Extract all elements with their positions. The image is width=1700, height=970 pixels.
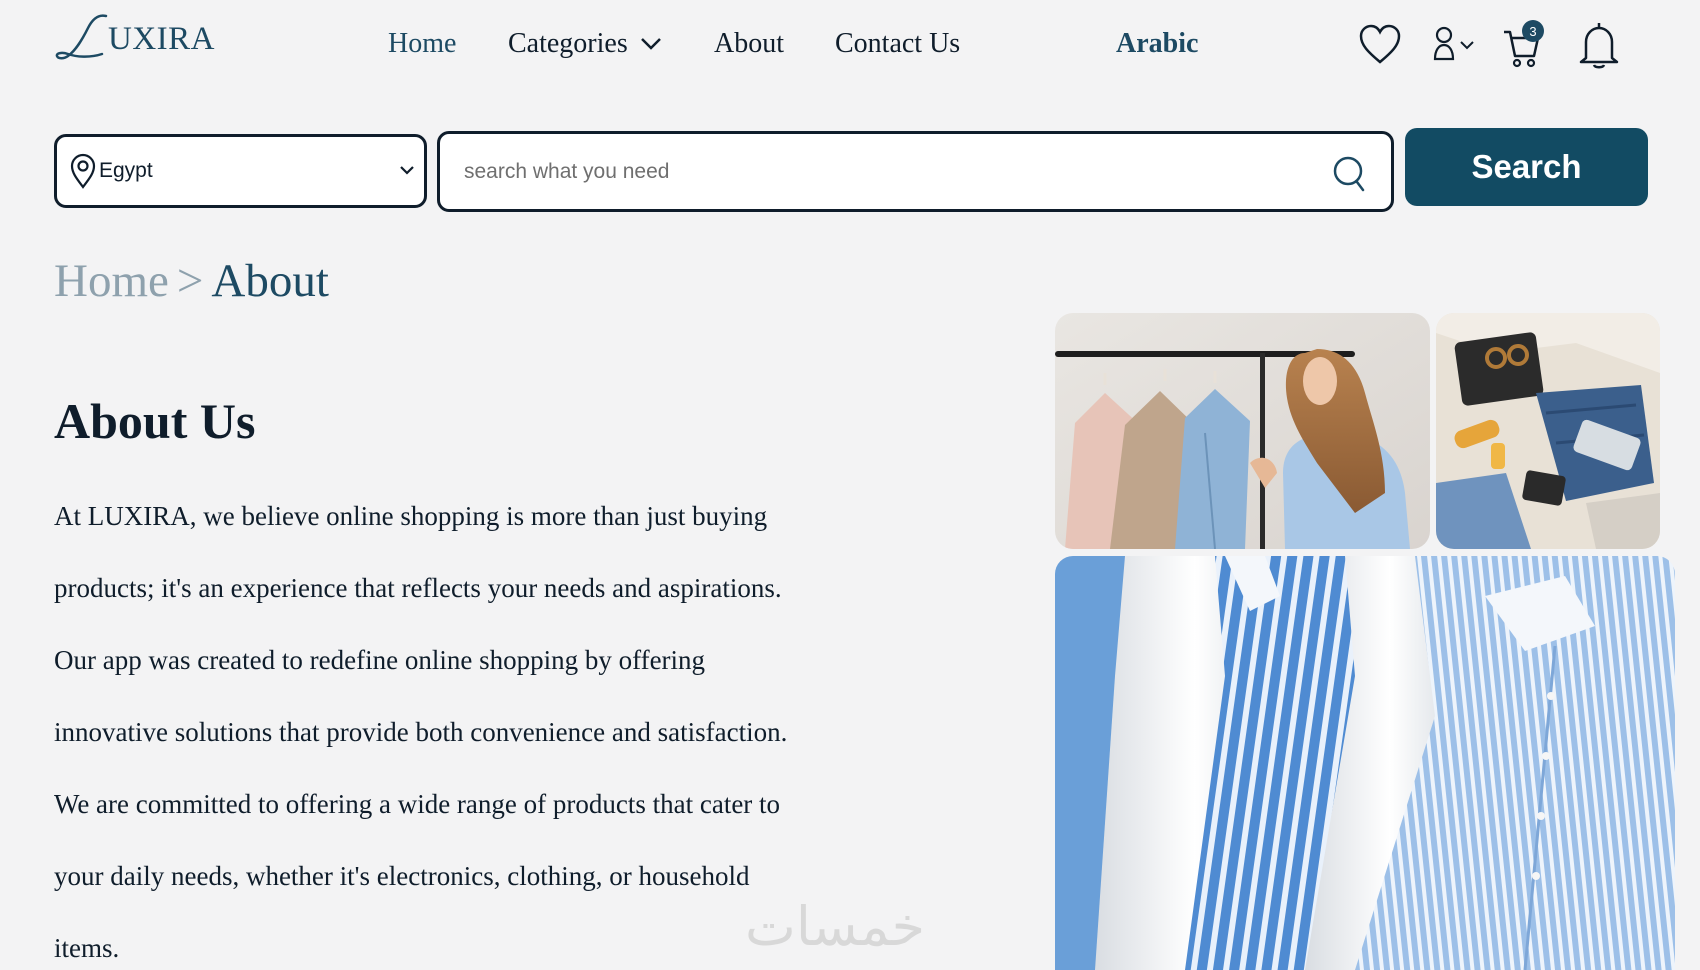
nav-about[interactable]: About [714,28,784,60]
country-select[interactable]: Egypt [54,134,427,208]
breadcrumb: Home > About [54,254,329,308]
about-line: items. [54,933,120,963]
user-icon [1433,26,1455,61]
chevron-down-icon [640,37,661,50]
brand-logo[interactable]: UXIRA [54,12,215,62]
bell-icon [1579,23,1619,69]
watermark-logo: خمسات [745,895,926,958]
cart-count-badge: 3 [1522,20,1544,42]
notifications-button[interactable] [1577,20,1621,75]
logo-text: UXIRA [108,21,215,57]
logo-l-mark-icon [55,14,108,60]
nav-contact-us[interactable]: Contact Us [835,28,960,60]
search-input[interactable] [464,152,1284,192]
heart-icon [1359,24,1401,64]
about-description: At LUXIRA, we believe online shopping is… [54,496,794,970]
search-button[interactable]: Search [1405,128,1648,206]
language-toggle[interactable]: Arabic [1116,28,1198,60]
location-pin-icon [70,153,96,189]
about-line: We are committed to offering a wide rang… [54,789,781,819]
search-bar [437,131,1394,212]
breadcrumb-home[interactable]: Home [54,255,169,307]
cart-button[interactable]: 3 [1502,20,1544,75]
breadcrumb-current: About [211,255,329,307]
about-image-shirts [1055,556,1675,970]
about-image-flat-lay [1436,313,1660,549]
about-title: About Us [54,393,256,449]
chevron-down-icon [400,166,414,175]
search-icon[interactable] [1331,154,1367,194]
wishlist-button[interactable] [1358,22,1402,71]
breadcrumb-separator: > [176,255,204,307]
about-line: Our app was created to redefine online s… [54,645,706,675]
nav-categories[interactable]: Categories [508,28,662,60]
about-line: innovative solutions that provide both c… [54,717,788,747]
about-image-clothes-rack [1055,313,1430,549]
account-menu-button[interactable] [1432,26,1474,67]
chevron-down-icon [1460,41,1474,50]
about-line: At LUXIRA, we believe online shopping is… [54,501,768,531]
about-line: your daily needs, whether it's electroni… [54,861,750,891]
nav-categories-label: Categories [508,28,628,59]
country-selected-value: Egypt [99,159,153,182]
nav-home[interactable]: Home [388,28,456,60]
about-line: products; it's an experience that reflec… [54,573,782,603]
